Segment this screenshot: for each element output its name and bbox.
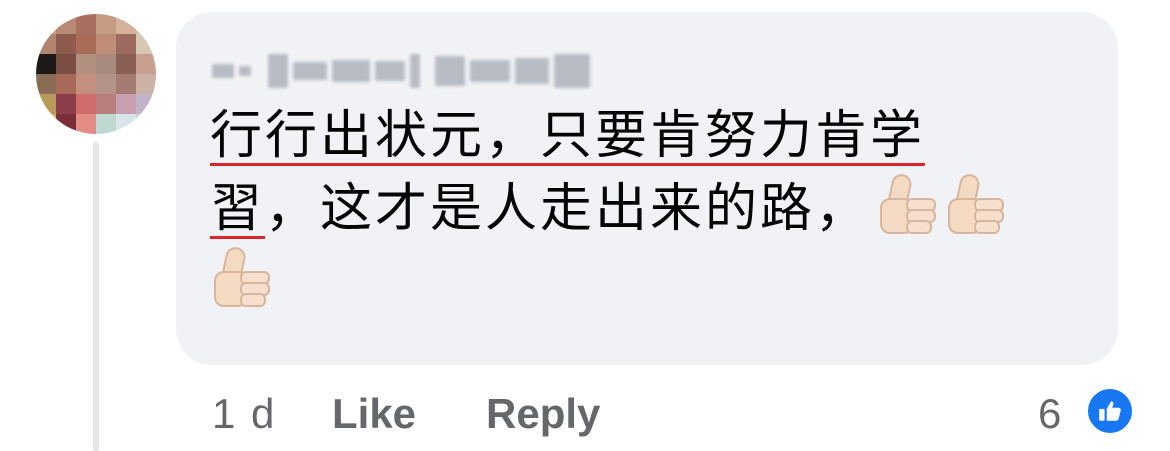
reply-button[interactable]: Reply (486, 386, 600, 442)
reaction-count[interactable]: 6 (1038, 386, 1061, 442)
thumbs-up-icon (944, 172, 1006, 236)
thread-line (93, 142, 99, 451)
avatar[interactable] (36, 14, 156, 134)
thumbs-up-icon (210, 245, 272, 309)
author-name-redacted[interactable] (212, 44, 590, 98)
comment-text-underlined-char: 習 (210, 179, 266, 239)
like-thumb-glyph (1099, 401, 1121, 421)
like-icon[interactable] (1085, 386, 1135, 436)
thumbs-up-icon (876, 172, 938, 236)
comment-text: 行行出状元，只要肯努力肯学 習，这才是人走出来的路， (210, 100, 1100, 318)
comment-timestamp[interactable]: 1 d (212, 386, 276, 442)
comment-text-line1: 行行出状元，只要肯努力肯学 (210, 106, 926, 166)
like-button[interactable]: Like (332, 386, 416, 442)
comment-thread: 行行出状元，只要肯努力肯学 習，这才是人走出来的路， 1 d Like Repl… (0, 0, 1170, 451)
comment-text-line2: ，这才是人走出来的路， (265, 179, 871, 239)
